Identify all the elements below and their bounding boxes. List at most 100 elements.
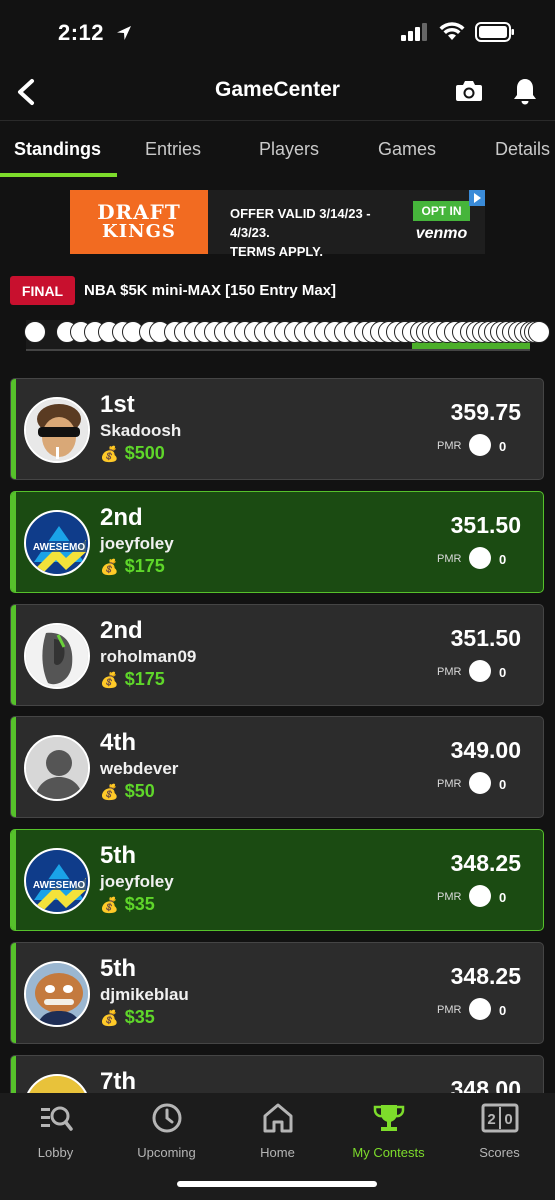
entry-username: joeyfoley bbox=[100, 872, 174, 891]
entry-accent-bar bbox=[11, 492, 16, 592]
lobby-icon bbox=[40, 1106, 73, 1131]
scoreboard-digit-2: 2 bbox=[487, 1111, 495, 1128]
nav-my-contests-label: My Contests bbox=[352, 1145, 425, 1160]
entry-prize: 💰 $500 bbox=[100, 443, 165, 464]
pmr-label: PMR bbox=[437, 891, 462, 903]
entry-prize-value: $175 bbox=[124, 556, 165, 576]
app-header: GameCenter bbox=[0, 66, 555, 116]
home-indicator bbox=[177, 1181, 377, 1187]
scoreboard-digit-0: 0 bbox=[504, 1111, 512, 1128]
entry-rank: 1st bbox=[100, 391, 135, 418]
entry-rank: 5th bbox=[100, 955, 136, 982]
nav-home-label: Home bbox=[260, 1145, 295, 1160]
entry-prize: 💰 $50 bbox=[100, 781, 155, 802]
standing-entry[interactable]: AWESEMO 2nd joeyfoley 💰 $175 351.50 PMR 0 bbox=[10, 491, 544, 593]
nav-home[interactable]: Home bbox=[222, 1101, 333, 1160]
avatar bbox=[24, 397, 90, 463]
nav-my-contests[interactable]: My Contests bbox=[333, 1101, 444, 1160]
venmo-logo: venmo bbox=[415, 225, 468, 242]
notifications-button[interactable] bbox=[508, 74, 542, 108]
ad-line-2: TERMS APPLY. bbox=[230, 244, 323, 259]
standing-entry[interactable]: AWESEMO 5th joeyfoley 💰 $35 348.25 PMR 0 bbox=[10, 829, 544, 931]
entry-distribution-dots bbox=[24, 321, 554, 345]
tab-bar: Standings Entries Players Games Details bbox=[0, 120, 555, 178]
entry-accent-bar bbox=[11, 830, 16, 930]
tab-players[interactable]: Players bbox=[259, 139, 319, 160]
entry-prize-value: $50 bbox=[124, 781, 155, 801]
avatar bbox=[24, 623, 90, 689]
money-bag-icon: 💰 bbox=[100, 1010, 119, 1027]
entry-marker[interactable] bbox=[528, 321, 550, 343]
tab-games[interactable]: Games bbox=[378, 139, 436, 160]
tab-details[interactable]: Details bbox=[495, 139, 550, 160]
bell-icon bbox=[514, 79, 536, 105]
active-tab-indicator bbox=[0, 173, 117, 177]
camera-button[interactable] bbox=[452, 74, 486, 108]
ad-text: OFFER VALID 3/14/23 - 4/3/23. TERMS APPL… bbox=[208, 190, 398, 259]
pmr-label: PMR bbox=[437, 1004, 462, 1016]
entry-username: Skadoosh bbox=[100, 421, 182, 440]
svg-text:AWESEMO: AWESEMO bbox=[33, 542, 85, 553]
entry-marker[interactable] bbox=[24, 321, 46, 343]
pmr-progress-icon bbox=[469, 998, 491, 1020]
entry-username: djmikeblau bbox=[100, 985, 189, 1004]
entry-rank: 7th bbox=[100, 1068, 136, 1095]
status-bar: 2:12 bbox=[0, 0, 555, 66]
opt-in-button[interactable]: OPT IN bbox=[413, 201, 470, 221]
wifi-icon bbox=[439, 22, 465, 40]
status-icons bbox=[401, 22, 515, 42]
pmr-label: PMR bbox=[437, 666, 462, 678]
entry-score: 351.50 bbox=[450, 625, 521, 651]
tab-entries[interactable]: Entries bbox=[145, 139, 201, 160]
entry-prize-value: $35 bbox=[124, 1007, 155, 1027]
entry-score: 348.25 bbox=[450, 963, 521, 989]
money-bag-icon: 💰 bbox=[100, 559, 119, 576]
logo-bottom-text: KINGS bbox=[102, 221, 176, 242]
nav-scores[interactable]: 2 0 Scores bbox=[444, 1101, 555, 1160]
pmr-value: 0 bbox=[499, 1003, 507, 1018]
entry-prize: 💰 $35 bbox=[100, 894, 155, 915]
nav-lobby[interactable]: Lobby bbox=[0, 1101, 111, 1160]
camera-icon bbox=[456, 81, 482, 101]
entry-accent-bar bbox=[11, 943, 16, 1043]
nav-upcoming-label: Upcoming bbox=[137, 1145, 196, 1160]
trophy-icon bbox=[373, 1105, 404, 1131]
entry-score: 359.75 bbox=[450, 399, 521, 425]
pmr-progress-icon bbox=[469, 434, 491, 456]
pmr-label: PMR bbox=[437, 440, 462, 452]
clock-icon bbox=[152, 1103, 181, 1133]
scoreboard-icon: 2 0 bbox=[481, 1103, 518, 1133]
pmr-progress-icon bbox=[469, 772, 491, 794]
ad-line-1: OFFER VALID 3/14/23 - 4/3/23. bbox=[230, 206, 371, 240]
entry-username: joeyfoley bbox=[100, 534, 174, 553]
entry-score: 349.00 bbox=[450, 737, 521, 763]
pmr-progress-icon bbox=[469, 547, 491, 569]
pmr-value: 0 bbox=[499, 777, 507, 792]
standing-entry[interactable]: 1st Skadoosh 💰 $500 359.75 PMR 0 bbox=[10, 378, 544, 480]
pmr-progress-icon bbox=[469, 885, 491, 907]
money-bag-icon: 💰 bbox=[100, 784, 119, 801]
entry-score: 348.25 bbox=[450, 850, 521, 876]
pmr-label: PMR bbox=[437, 553, 462, 565]
avatar bbox=[24, 961, 90, 1027]
avatar: AWESEMO bbox=[24, 848, 90, 914]
location-arrow-icon bbox=[116, 26, 131, 40]
pmr-value: 0 bbox=[499, 439, 507, 454]
entry-rank: 2nd bbox=[100, 504, 143, 531]
standing-entry[interactable]: 4th webdever 💰 $50 349.00 PMR 0 bbox=[10, 716, 544, 818]
entry-prize-value: $35 bbox=[124, 894, 155, 914]
entry-accent-bar bbox=[11, 717, 16, 817]
logo-top-text: DRAFT bbox=[97, 200, 181, 224]
nav-upcoming[interactable]: Upcoming bbox=[111, 1101, 222, 1160]
entry-accent-bar bbox=[11, 379, 16, 479]
ad-banner[interactable]: DRAFT KINGS OFFER VALID 3/14/23 - 4/3/23… bbox=[70, 190, 485, 259]
standing-entry[interactable]: 5th djmikeblau 💰 $35 348.25 PMR 0 bbox=[10, 942, 544, 1044]
entry-prize-value: $500 bbox=[124, 443, 165, 463]
tab-standings[interactable]: Standings bbox=[14, 139, 101, 160]
avatar bbox=[24, 735, 90, 801]
entry-score: 351.50 bbox=[450, 512, 521, 538]
status-badge: FINAL bbox=[10, 276, 75, 305]
pmr-value: 0 bbox=[499, 552, 507, 567]
standing-entry[interactable]: 2nd roholman09 💰 $175 351.50 PMR 0 bbox=[10, 604, 544, 706]
ad-choices-icon[interactable] bbox=[469, 190, 485, 206]
